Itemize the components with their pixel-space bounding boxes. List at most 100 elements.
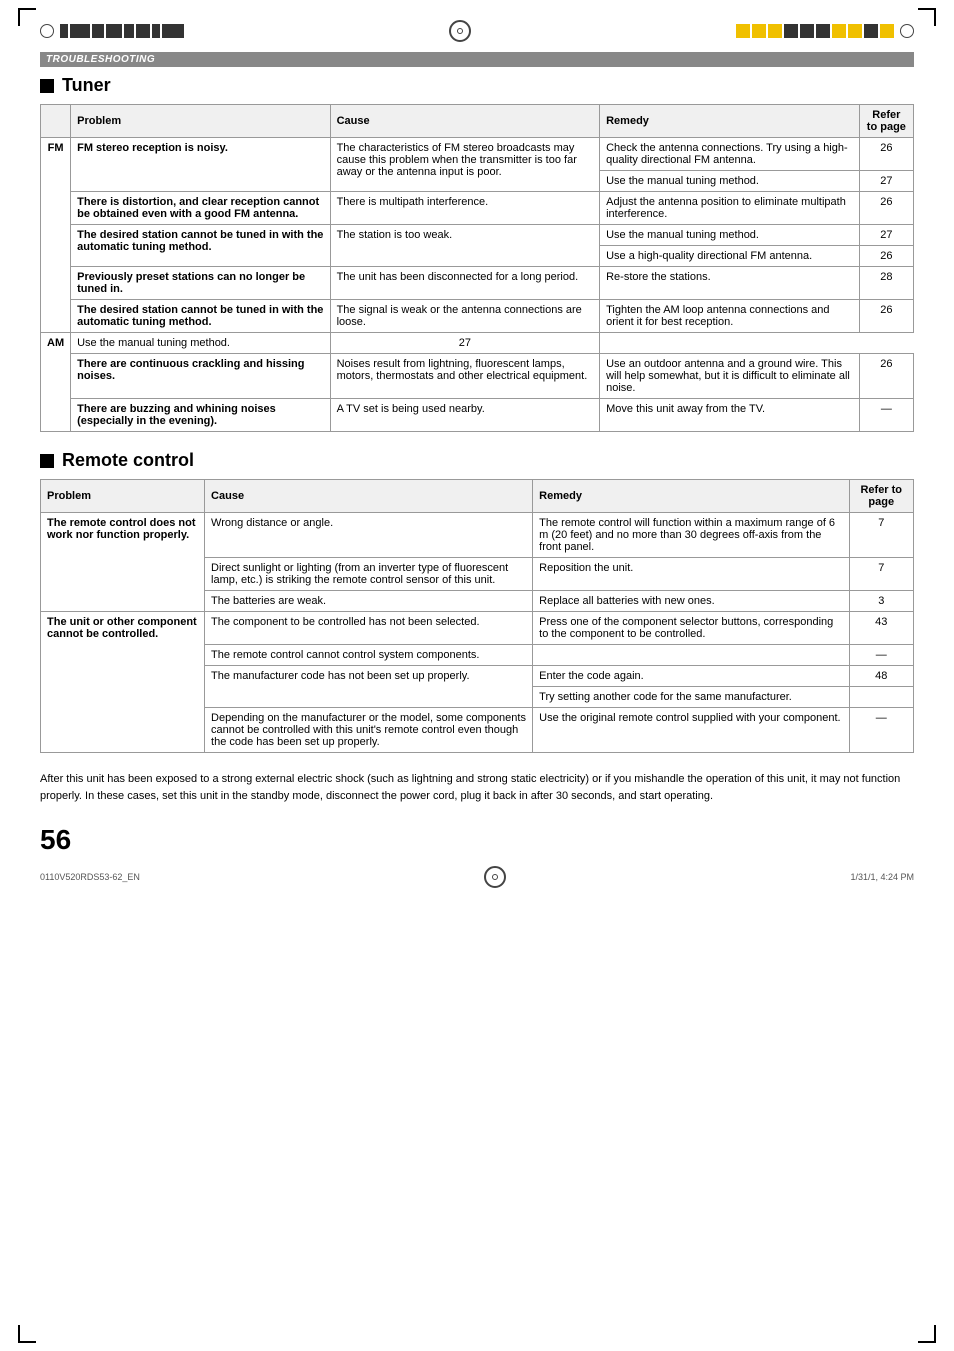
th-remedy: Remedy — [600, 105, 860, 138]
remedy-cell: Enter the code again. — [533, 666, 849, 687]
table-row: There are continuous crackling and hissi… — [41, 354, 914, 399]
remedy-cell: Use the manual tuning method. — [71, 333, 330, 354]
problem-cell: The remote control does not work nor fun… — [41, 513, 205, 612]
tuner-title-icon — [40, 79, 54, 93]
top-left-circle — [40, 24, 54, 38]
th-problem-remote: Problem — [41, 480, 205, 513]
remote-table: Problem Cause Remedy Refer to page The r… — [40, 479, 914, 753]
remedy-cell: Press one of the component selector butt… — [533, 612, 849, 645]
refer-cell: 27 — [859, 225, 913, 246]
cause-cell: The signal is weak or the antenna connec… — [330, 300, 600, 333]
cause-cell: The station is too weak. — [330, 225, 600, 267]
bottom-circle — [484, 866, 506, 888]
right-bars — [736, 24, 894, 38]
refer-cell: 27 — [859, 171, 913, 192]
cause-cell: The remote control cannot control system… — [205, 645, 533, 666]
th-refer: Refer to page — [859, 105, 913, 138]
th-problem: Problem — [71, 105, 330, 138]
refer-cell — [849, 687, 913, 708]
corner-top-right — [918, 8, 936, 26]
refer-cell: 26 — [859, 246, 913, 267]
refer-cell: 28 — [859, 267, 913, 300]
problem-cell: The unit or other component cannot be co… — [41, 612, 205, 753]
table-row: AM Use the manual tuning method. 27 — [41, 333, 914, 354]
cause-cell: Wrong distance or angle. — [205, 513, 533, 558]
bottom-bar-area: 0110V520RDS53-62_EN 1/31/1, 4:24 PM — [40, 866, 914, 888]
cause-cell: Noises result from lightning, fluorescen… — [330, 354, 600, 399]
cause-cell: Direct sunlight or lighting (from an inv… — [205, 558, 533, 591]
table-row: FM FM stereo reception is noisy. The cha… — [41, 138, 914, 171]
cause-cell: The batteries are weak. — [205, 591, 533, 612]
fm-label: FM — [41, 138, 71, 333]
footer-date: 1/31/1, 4:24 PM — [850, 872, 914, 882]
problem-cell: There are continuous crackling and hissi… — [71, 354, 330, 399]
remedy-cell: Replace all batteries with new ones. — [533, 591, 849, 612]
remedy-cell: Use the manual tuning method. — [600, 171, 860, 192]
problem-cell: Previously preset stations can no longer… — [71, 267, 330, 300]
problem-cell: There is distortion, and clear reception… — [71, 192, 330, 225]
tuner-section-title: Tuner — [40, 75, 914, 96]
cause-cell: A TV set is being used nearby. — [330, 399, 600, 432]
cause-cell: Depending on the manufacturer or the mod… — [205, 708, 533, 753]
remedy-cell: Try setting another code for the same ma… — [533, 687, 849, 708]
th-cause-remote: Cause — [205, 480, 533, 513]
cause-cell: The unit has been disconnected for a lon… — [330, 267, 600, 300]
refer-cell: 7 — [849, 513, 913, 558]
th-remedy-remote: Remedy — [533, 480, 849, 513]
refer-cell: 43 — [849, 612, 913, 645]
th-band — [41, 105, 71, 138]
tuner-table: Problem Cause Remedy Refer to page FM FM… — [40, 104, 914, 432]
left-bars — [60, 24, 184, 38]
corner-bottom-left — [18, 1325, 36, 1343]
refer-cell: 3 — [849, 591, 913, 612]
refer-cell: — — [849, 645, 913, 666]
top-bar-area — [40, 20, 914, 42]
footer-code: 0110V520RDS53-62_EN — [40, 872, 140, 882]
cause-cell: The component to be controlled has not b… — [205, 612, 533, 645]
remedy-cell — [533, 645, 849, 666]
cause-cell: The characteristics of FM stereo broadca… — [330, 138, 600, 192]
refer-cell: 26 — [859, 354, 913, 399]
th-cause: Cause — [330, 105, 600, 138]
remedy-cell: Use a high-quality directional FM antenn… — [600, 246, 860, 267]
problem-cell: FM stereo reception is noisy. — [71, 138, 330, 192]
page-number: 56 — [40, 824, 914, 856]
remedy-cell: Tighten the AM loop antenna connections … — [600, 300, 860, 333]
table-row: The desired station cannot be tuned in w… — [41, 300, 914, 333]
remote-title-icon — [40, 454, 54, 468]
refer-cell: 27 — [330, 333, 600, 354]
remedy-cell: Adjust the antenna position to eliminate… — [600, 192, 860, 225]
refer-cell: — — [859, 399, 913, 432]
table-row: The remote control does not work nor fun… — [41, 513, 914, 558]
problem-cell: The desired station cannot be tuned in w… — [71, 225, 330, 267]
remedy-cell: Reposition the unit. — [533, 558, 849, 591]
remedy-cell: Check the antenna connections. Try using… — [600, 138, 860, 171]
refer-cell: 26 — [859, 138, 913, 171]
remedy-cell: The remote control will function within … — [533, 513, 849, 558]
table-row: There are buzzing and whining noises (es… — [41, 399, 914, 432]
am-label: AM — [41, 333, 71, 432]
cause-cell: There is multipath interference. — [330, 192, 600, 225]
top-center-circle — [449, 20, 471, 42]
cause-cell: The manufacturer code has not been set u… — [205, 666, 533, 708]
problem-cell: The desired station cannot be tuned in w… — [71, 300, 330, 333]
table-row: Previously preset stations can no longer… — [41, 267, 914, 300]
problem-cell: There are buzzing and whining noises (es… — [71, 399, 330, 432]
refer-cell: 26 — [859, 300, 913, 333]
remedy-cell: Move this unit away from the TV. — [600, 399, 860, 432]
corner-bottom-right — [918, 1325, 936, 1343]
remedy-cell: Use an outdoor antenna and a ground wire… — [600, 354, 860, 399]
section-header: TROUBLESHOOTING — [40, 52, 914, 67]
remedy-cell: Use the original remote control supplied… — [533, 708, 849, 753]
table-row: The unit or other component cannot be co… — [41, 612, 914, 645]
remedy-cell: Use the manual tuning method. — [600, 225, 860, 246]
remote-section-title: Remote control — [40, 450, 914, 471]
table-row: There is distortion, and clear reception… — [41, 192, 914, 225]
refer-cell: — — [849, 708, 913, 753]
corner-top-left — [18, 8, 36, 26]
refer-cell: 7 — [849, 558, 913, 591]
refer-cell: 48 — [849, 666, 913, 687]
table-row: The desired station cannot be tuned in w… — [41, 225, 914, 246]
top-right-circle — [900, 24, 914, 38]
th-refer-remote: Refer to page — [849, 480, 913, 513]
